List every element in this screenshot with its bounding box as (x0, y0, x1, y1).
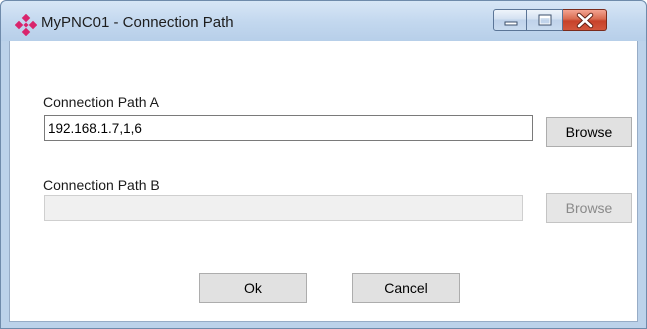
browse-b-button: Browse (546, 193, 632, 223)
connection-path-dialog: MyPNC01 - Connection Path Connection Pat… (0, 0, 647, 329)
minimize-button[interactable] (493, 9, 527, 31)
connection-path-b-input (44, 195, 523, 221)
cancel-button[interactable]: Cancel (352, 273, 460, 303)
title-bar[interactable]: MyPNC01 - Connection Path (1, 1, 646, 41)
browse-a-button[interactable]: Browse (546, 117, 632, 147)
connection-path-a-input[interactable] (44, 115, 533, 141)
dialog-body: Connection Path A Browse Connection Path… (9, 41, 638, 322)
diamond-cluster-icon (15, 14, 37, 36)
minimize-icon (504, 21, 518, 26)
ok-button[interactable]: Ok (199, 273, 307, 303)
window-title: MyPNC01 - Connection Path (41, 14, 234, 31)
maximize-icon (538, 14, 552, 26)
maximize-button[interactable] (527, 9, 563, 31)
close-button[interactable] (563, 9, 607, 31)
connection-path-b-label: Connection Path B (43, 177, 160, 193)
connection-path-a-label: Connection Path A (43, 94, 159, 110)
close-icon (576, 12, 594, 29)
